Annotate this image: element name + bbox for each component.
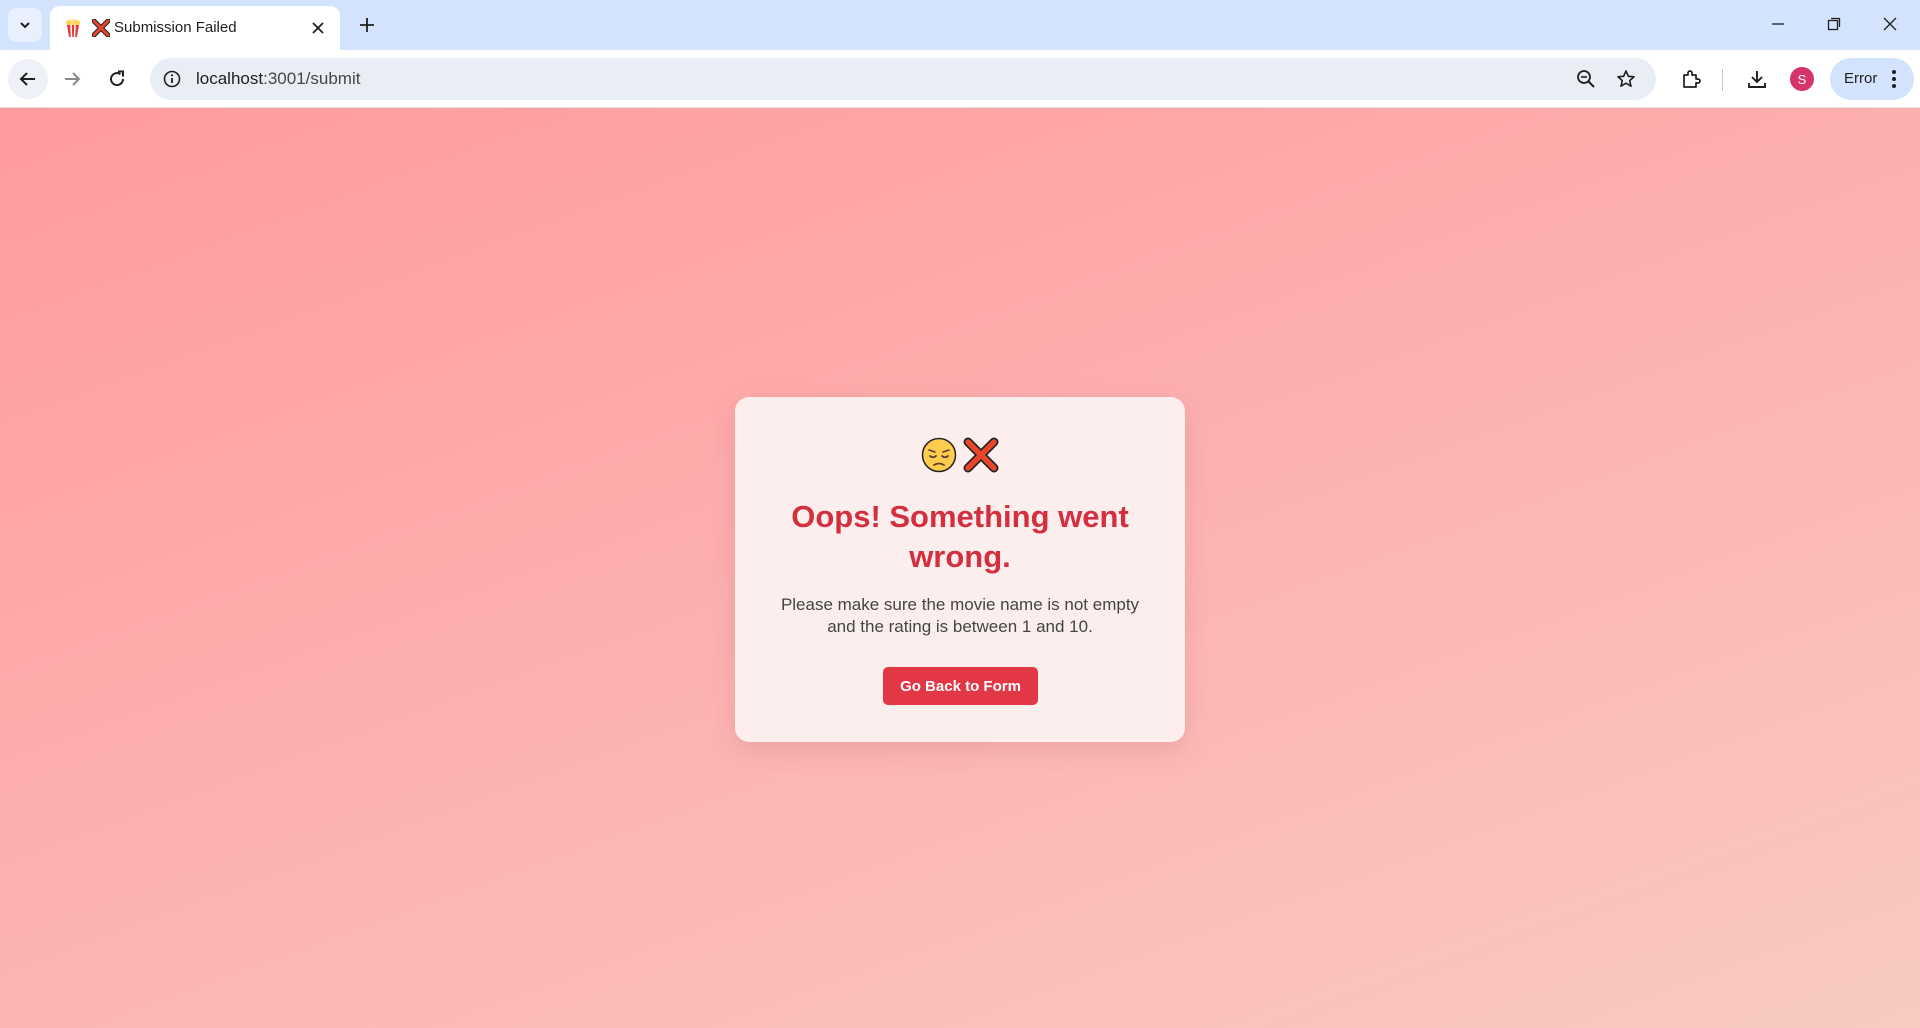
browser-toolbar: localhost:3001/submit S Error [0, 50, 1920, 108]
popcorn-icon [66, 19, 80, 38]
tab-search-icon [20, 22, 30, 29]
address-bar[interactable]: localhost:3001/submit [150, 58, 1656, 100]
plus-icon [360, 18, 374, 32]
star-icon [1617, 70, 1635, 87]
bookmark-button[interactable] [1614, 67, 1638, 91]
url-host: localhost [196, 69, 264, 88]
go-back-to-form-button[interactable]: Go Back to Form [883, 667, 1038, 705]
forward-button[interactable] [52, 59, 92, 99]
tab-search-button[interactable] [8, 8, 42, 42]
cross-mark-icon [963, 437, 999, 473]
window-close-icon [1883, 17, 1897, 31]
error-heading: Oops! Something went wrong. [791, 499, 1129, 574]
more-vert-icon [1892, 70, 1896, 88]
active-tab[interactable]: Submission Failed [50, 6, 340, 50]
window-close-button[interactable] [1862, 0, 1918, 48]
back-button[interactable] [8, 59, 48, 99]
zoom-button[interactable] [1574, 67, 1598, 91]
toolbar-separator [1722, 69, 1723, 91]
tab-strip: Submission Failed [0, 0, 1920, 50]
cross-mark-icon [92, 19, 110, 37]
more-menu-button[interactable] [1882, 67, 1906, 91]
minimize-button[interactable] [1750, 0, 1806, 48]
url-path: :3001/submit [263, 69, 361, 88]
error-emojis [735, 437, 1185, 477]
restore-icon [1827, 17, 1841, 31]
reload-button[interactable] [97, 59, 137, 99]
back-arrow-icon [19, 72, 35, 86]
error-card: Oops! Something went wrong. Please make … [735, 397, 1185, 742]
extensions-icon [1683, 70, 1701, 88]
new-tab-button[interactable] [352, 10, 382, 40]
restore-button[interactable] [1806, 0, 1862, 48]
forward-arrow-icon [65, 72, 81, 86]
close-icon [312, 22, 324, 34]
page-background: Oops! Something went wrong. Please make … [0, 108, 1920, 1028]
error-message: Please make sure the movie name is not e… [780, 595, 1140, 636]
minimize-icon [1772, 23, 1784, 25]
reload-icon [110, 70, 125, 87]
profile-avatar[interactable]: S [1790, 67, 1814, 91]
error-chip[interactable]: Error [1830, 58, 1914, 100]
zoom-icon [1577, 70, 1595, 88]
downloads-button[interactable] [1745, 67, 1769, 91]
tab-close-button[interactable] [306, 16, 330, 40]
download-icon [1748, 71, 1766, 88]
tab-title: Submission Failed [114, 19, 237, 36]
extensions-button[interactable] [1679, 67, 1703, 91]
pensive-face-icon [921, 437, 957, 473]
address-url[interactable]: localhost:3001/submit [196, 69, 360, 89]
site-info-button[interactable] [160, 67, 184, 91]
info-icon [163, 70, 181, 88]
error-chip-label: Error [1844, 70, 1878, 87]
